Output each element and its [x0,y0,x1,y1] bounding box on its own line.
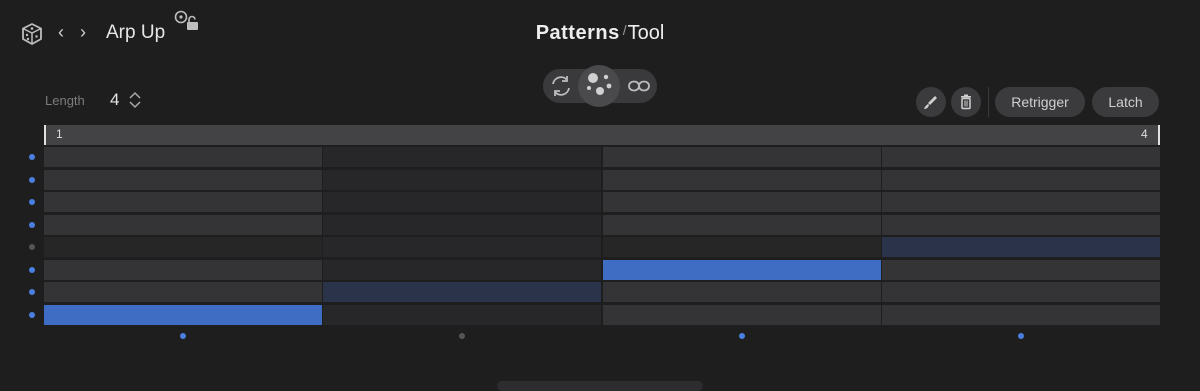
row-toggle-dot[interactable] [29,244,35,250]
grid-cell[interactable] [44,147,322,167]
length-value[interactable]: 4 [110,90,119,110]
timeline-end-label: 4 [1141,127,1148,141]
grid-cell[interactable] [323,282,601,302]
grid-cell[interactable] [603,282,881,302]
row-toggle-dot[interactable] [29,267,35,273]
grid-cell[interactable] [603,305,881,325]
grid-cell[interactable] [603,170,881,190]
row-toggle-dot[interactable] [29,312,35,318]
grid-cell[interactable] [44,237,322,257]
grid-cell[interactable] [323,305,601,325]
grid-cell[interactable] [323,192,601,212]
bottom-tab[interactable] [497,381,703,391]
grid-cell[interactable] [44,192,322,212]
length-label: Length [45,93,85,108]
timeline-start-label: 1 [56,127,63,141]
grid-cell[interactable] [44,260,322,280]
grid-cell[interactable] [44,170,322,190]
retrigger-button[interactable]: Retrigger [995,87,1085,117]
grid-cell[interactable] [882,305,1160,325]
brush-icon [924,96,937,109]
grid-cell[interactable] [882,192,1160,212]
grid-cell[interactable] [603,192,881,212]
row-toggle-dot[interactable] [29,222,35,228]
grid-cell[interactable] [44,215,322,235]
grid-cell[interactable] [323,237,601,257]
column-toggle-dot[interactable] [459,333,465,339]
grid-cell[interactable] [323,260,601,280]
row-toggle-dot[interactable] [29,154,35,160]
grid-cell[interactable] [603,260,881,280]
row-toggle-dot[interactable] [29,199,35,205]
loop-start-handle[interactable] [44,125,46,145]
grid-cell[interactable] [882,237,1160,257]
column-toggle-dot[interactable] [180,333,186,339]
timeline-bar[interactable] [44,125,1160,145]
grid-cell[interactable] [44,282,322,302]
column-toggle-dot[interactable] [1018,333,1024,339]
grid-cell[interactable] [882,260,1160,280]
grid-cell[interactable] [44,305,322,325]
column-toggle-dot[interactable] [739,333,745,339]
grid-cell[interactable] [603,215,881,235]
grid-cell[interactable] [603,237,881,257]
row-toggle-dot[interactable] [29,289,35,295]
grid-cell[interactable] [323,170,601,190]
latch-button[interactable]: Latch [1092,87,1159,117]
grid-cell[interactable] [882,147,1160,167]
mode-selector[interactable] [543,65,657,109]
divider [988,87,989,117]
title-tool: Tool [627,22,665,44]
stepper-icon[interactable] [127,90,143,110]
loop-end-handle[interactable] [1158,125,1160,145]
brush-button[interactable] [916,87,946,117]
grid-cell[interactable] [882,282,1160,302]
delete-button[interactable] [951,87,981,117]
row-toggle-dot[interactable] [29,177,35,183]
trash-icon [961,94,971,110]
grid-cell[interactable] [882,170,1160,190]
grid-cell[interactable] [603,147,881,167]
grid-cell[interactable] [323,215,601,235]
title-patterns: Patterns [535,22,620,44]
title-separator: / [622,22,627,38]
grid-cell[interactable] [882,215,1160,235]
grid-cell[interactable] [323,147,601,167]
app-title: Patterns/Tool [0,22,1200,45]
